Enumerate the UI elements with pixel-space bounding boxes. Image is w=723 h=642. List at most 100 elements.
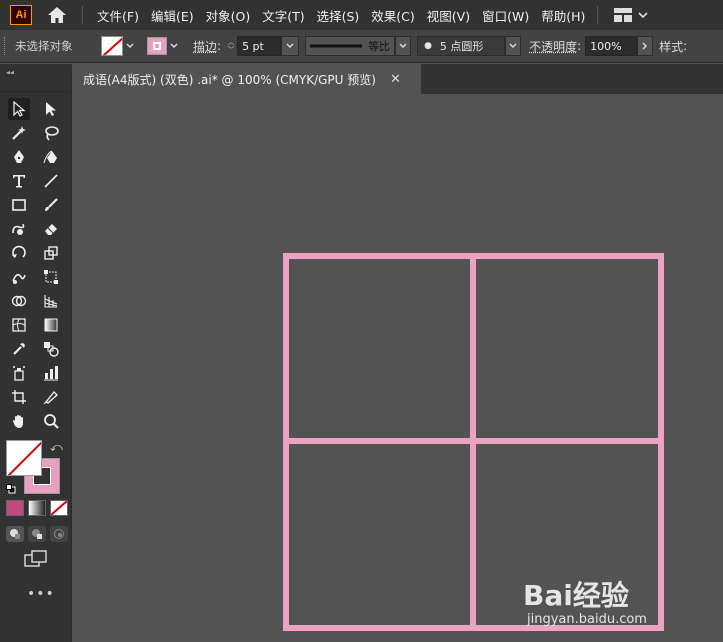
gradient-mode-button[interactable] — [28, 500, 46, 516]
panel-grip[interactable] — [4, 37, 7, 55]
workspace-switcher[interactable] — [614, 8, 650, 22]
zoom-tool-icon[interactable] — [40, 410, 62, 432]
brush-dot-icon: ● — [424, 41, 432, 51]
draw-behind-icon[interactable] — [28, 526, 46, 542]
color-mode-buttons — [6, 500, 68, 516]
stroke-weight-dropdown[interactable] — [281, 36, 300, 56]
menu-type[interactable]: 文字(T) — [256, 6, 310, 25]
perspective-grid-tool-icon[interactable] — [40, 290, 62, 312]
artboard-tool-icon[interactable] — [8, 386, 30, 408]
menu-bar: Ai 文件(F) 编辑(E) 对象(O) 文字(T) 选择(S) 效果(C) 视… — [0, 0, 723, 30]
chevron-down-icon — [638, 12, 648, 19]
mesh-tool-icon[interactable] — [8, 314, 30, 336]
slice-tool-icon[interactable] — [40, 386, 62, 408]
stroke-dropdown[interactable] — [167, 42, 181, 50]
style-label-colon: : — [683, 39, 688, 53]
toolbar-header[interactable] — [0, 74, 71, 92]
gradient-tool-icon[interactable] — [40, 314, 62, 336]
color-mode-button[interactable] — [6, 500, 24, 516]
pen-tool-icon[interactable] — [8, 146, 30, 168]
opacity-label[interactable]: 不透明度 — [529, 38, 577, 55]
curvature-tool-icon[interactable] — [40, 146, 62, 168]
magic-wand-tool-icon[interactable] — [8, 122, 30, 144]
type-tool-icon[interactable] — [8, 170, 30, 192]
stroke-line-icon — [310, 44, 363, 48]
shape-builder-tool-icon[interactable] — [8, 290, 30, 312]
menu-divider — [82, 6, 83, 24]
screen-mode-icon[interactable] — [24, 550, 48, 568]
baidu-watermark: Bai经验 jingyan.baidu.com — [523, 574, 703, 634]
eyedropper-tool-icon[interactable] — [8, 338, 30, 360]
shaper-tool-icon[interactable] — [8, 218, 30, 240]
draw-inside-icon[interactable] — [50, 526, 68, 542]
menu-help[interactable]: 帮助(H) — [535, 6, 591, 25]
menu-divider — [597, 6, 599, 24]
eraser-tool-icon[interactable] — [40, 218, 62, 240]
rectangle-tool-icon[interactable] — [8, 194, 30, 216]
watermark-logo: Bai经验 — [523, 579, 629, 612]
edit-toolbar-more-icon[interactable]: ••• — [27, 586, 55, 602]
fill-dropdown[interactable] — [123, 42, 137, 50]
menu-window[interactable]: 窗口(W) — [476, 6, 535, 25]
fill-stroke-indicator: ⤺ — [6, 440, 66, 496]
stroke-color-swatch[interactable] — [147, 37, 167, 55]
chevron-down-icon — [286, 43, 294, 48]
scale-tool-icon[interactable] — [40, 242, 62, 264]
style-label: 样式 — [659, 39, 684, 54]
none-mode-button[interactable] — [50, 500, 68, 516]
lasso-tool-icon[interactable] — [40, 122, 62, 144]
menu-file[interactable]: 文件(F) — [91, 6, 145, 25]
free-transform-tool-icon[interactable] — [40, 266, 62, 288]
column-graph-tool-icon[interactable] — [40, 362, 62, 384]
brush-dropdown[interactable] — [505, 36, 522, 56]
tools-panel: ⤺ ••• — [0, 74, 72, 642]
stroke-weight-input[interactable]: 5 pt — [237, 36, 282, 56]
fill-color-box[interactable] — [6, 440, 42, 476]
workspace-grid-icon — [614, 8, 633, 22]
rotate-tool-icon[interactable] — [8, 242, 30, 264]
chevron-right-icon — [642, 42, 648, 50]
hand-tool-icon[interactable] — [8, 410, 30, 432]
blend-tool-icon[interactable] — [40, 338, 62, 360]
menu-object[interactable]: 对象(O) — [200, 6, 257, 25]
symbol-sprayer-tool-icon[interactable] — [8, 362, 30, 384]
toolbar-collapse-strip: ◂◂ — [0, 64, 72, 77]
close-icon[interactable]: ✕ — [390, 72, 401, 87]
direct-selection-tool-icon[interactable] — [40, 98, 62, 120]
warp-tool-icon[interactable] — [8, 266, 30, 288]
stroke-weight-stepper[interactable]: ︿ ﹀ — [225, 38, 237, 54]
canvas[interactable]: Bai经验 jingyan.baidu.com — [73, 94, 723, 642]
chevron-down-icon — [170, 43, 178, 48]
variable-width-profile[interactable]: 等比 — [305, 36, 396, 56]
selection-status: 未选择对象 — [15, 39, 73, 53]
document-tab-title: 成语(A4版式) (双色) .ai* @ 100% (CMYK/GPU 预览) — [83, 72, 376, 87]
selection-tool-icon[interactable] — [8, 98, 30, 120]
brush-definition[interactable]: ● 5 点圆形 — [417, 36, 506, 56]
document-tab[interactable]: 成语(A4版式) (双色) .ai* @ 100% (CMYK/GPU 预览) … — [73, 64, 421, 94]
drawing-mode-buttons — [6, 526, 68, 542]
chevron-down-icon — [399, 43, 407, 48]
default-fill-stroke-icon[interactable] — [6, 484, 16, 494]
chevron-down-icon — [126, 43, 134, 48]
home-icon[interactable] — [46, 5, 68, 25]
stroke-label-colon: : — [217, 39, 222, 53]
chevron-down-icon — [509, 43, 517, 48]
document-tab-bar: 成语(A4版式) (双色) .ai* @ 100% (CMYK/GPU 预览) … — [73, 64, 723, 94]
grid-artwork[interactable] — [73, 94, 723, 642]
profile-dropdown[interactable] — [395, 36, 412, 56]
swap-fill-stroke-icon[interactable]: ⤺ — [50, 440, 63, 455]
opacity-expand-button[interactable] — [637, 36, 654, 56]
control-bar: 未选择对象 描边 : ︿ ﹀ 5 pt 等比 ● 5 点圆形 不透明度 : 100… — [0, 30, 723, 63]
draw-normal-icon[interactable] — [6, 526, 24, 542]
fill-color-swatch[interactable] — [101, 36, 123, 56]
paintbrush-tool-icon[interactable] — [40, 194, 62, 216]
menu-effect[interactable]: 效果(C) — [365, 6, 420, 25]
opacity-input[interactable]: 100% — [585, 36, 638, 56]
menu-select[interactable]: 选择(S) — [311, 6, 366, 25]
menu-edit[interactable]: 编辑(E) — [145, 6, 200, 25]
watermark-url: jingyan.baidu.com — [527, 612, 647, 627]
line-segment-tool-icon[interactable] — [40, 170, 62, 192]
menu-view[interactable]: 视图(V) — [421, 6, 476, 25]
menu-items: 文件(F) 编辑(E) 对象(O) 文字(T) 选择(S) 效果(C) 视图(V… — [91, 6, 591, 25]
stroke-label[interactable]: 描边 — [193, 38, 217, 55]
